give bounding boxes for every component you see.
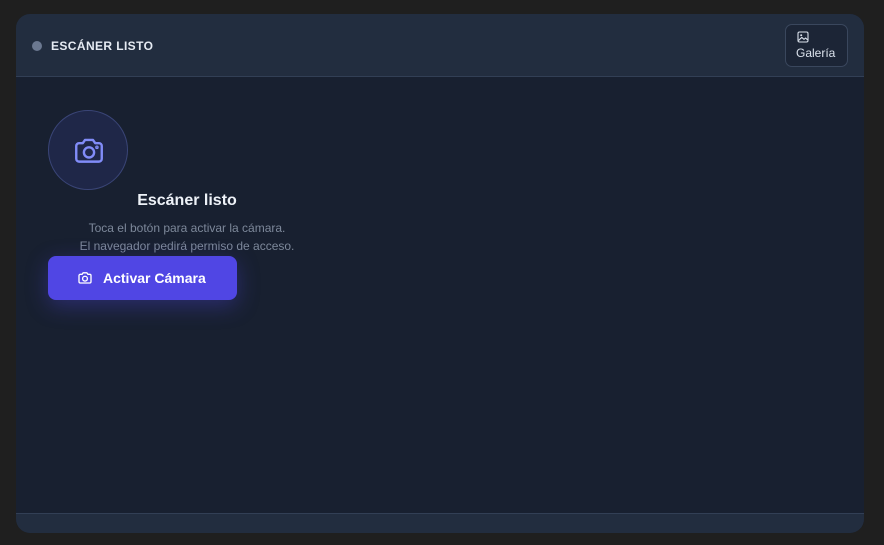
scanner-hint-line-1: Toca el botón para activar la cámara. [88, 221, 286, 235]
scanner-panel: ESCÁNER LISTO Galería Escáner listo Toca… [16, 14, 864, 533]
status-indicator-dot [32, 41, 42, 51]
status-label: ESCÁNER LISTO [51, 39, 154, 53]
activate-camera-button[interactable]: Activar Cámara [48, 256, 237, 300]
gallery-button-label: Galería [796, 46, 836, 60]
scanner-footer [16, 513, 864, 533]
camera-icon [75, 138, 103, 163]
camera-icon [78, 272, 92, 284]
scanner-hint-line-2: El navegador pedirá permiso de acceso. [79, 239, 295, 253]
scanner-title: Escáner listo [137, 192, 237, 209]
activate-camera-label: Activar Cámara [103, 270, 206, 286]
image-icon [797, 31, 809, 43]
scanner-header: ESCÁNER LISTO Galería [16, 14, 864, 77]
camera-placeholder [48, 110, 128, 190]
gallery-button[interactable]: Galería [785, 24, 848, 67]
